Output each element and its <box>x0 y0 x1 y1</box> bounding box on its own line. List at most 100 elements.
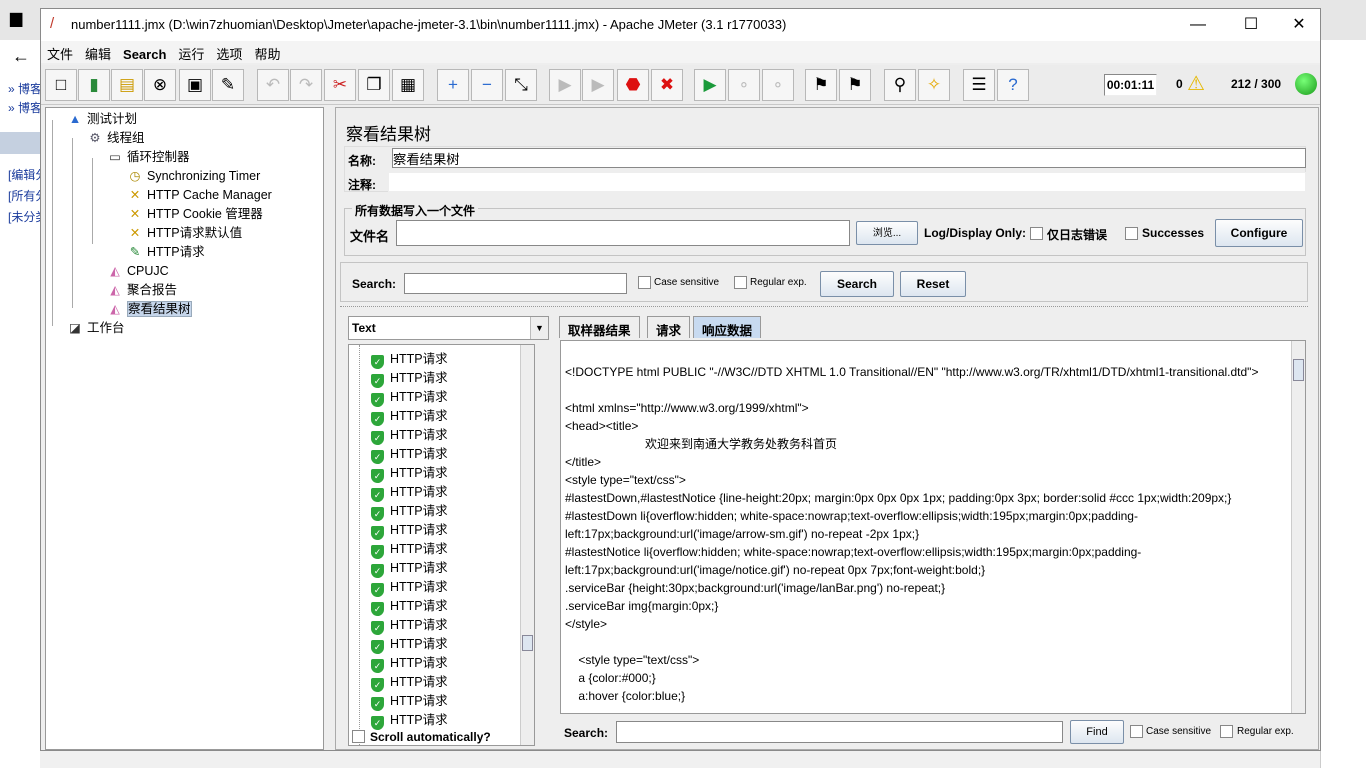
help-button[interactable]: ? <box>997 69 1029 101</box>
regex-checkbox[interactable] <box>734 276 747 289</box>
tree-node[interactable]: ✎ HTTP请求 <box>126 243 205 261</box>
browse-button[interactable]: 浏览... <box>856 221 918 245</box>
result-item[interactable]: ✓ HTTP请求 <box>371 386 448 407</box>
open-button[interactable]: ▤ <box>111 69 143 101</box>
expand-button[interactable]: + <box>437 69 469 101</box>
redo-button[interactable]: ↷ <box>290 69 322 101</box>
tree-node[interactable]: ▲ 测试计划 <box>66 110 137 128</box>
find-button[interactable]: Find <box>1070 720 1124 744</box>
tree-node[interactable]: ▭ 循环控制器 <box>106 148 189 166</box>
result-item[interactable]: ✓ HTTP请求 <box>371 405 448 426</box>
response-scrollbar[interactable] <box>1291 341 1305 713</box>
find-case-checkbox[interactable] <box>1130 725 1143 738</box>
case-sensitive-checkbox[interactable] <box>638 276 651 289</box>
tab-sampler-result[interactable]: 取样器结果 <box>559 316 640 338</box>
reset-button[interactable]: Reset <box>900 271 966 297</box>
name-input[interactable] <box>392 148 1306 168</box>
successes-checkbox[interactable] <box>1125 227 1138 240</box>
configure-button[interactable]: Configure <box>1215 219 1303 247</box>
reset-search-button[interactable]: ✧ <box>918 69 950 101</box>
remote-stop-button[interactable]: ∘ <box>728 69 760 101</box>
listener-icon: ◭ <box>110 264 120 278</box>
search-button[interactable]: Search <box>820 271 894 297</box>
result-item[interactable]: ✓ HTTP请求 <box>371 614 448 635</box>
close-button[interactable]: ⊗ <box>144 69 176 101</box>
tree-node-label: HTTP Cookie 管理器 <box>147 207 263 221</box>
filename-input[interactable] <box>396 220 850 246</box>
result-item[interactable]: ✓ HTTP请求 <box>371 500 448 521</box>
result-item[interactable]: ✓ HTTP请求 <box>371 481 448 502</box>
clear-all-button[interactable]: ⚑ <box>839 69 871 101</box>
tree-node[interactable]: ◷ Synchronizing Timer <box>126 167 261 185</box>
back-arrow-icon[interactable]: ← <box>12 46 30 67</box>
paste-button[interactable]: ▦ <box>392 69 424 101</box>
result-item[interactable]: ✓ HTTP请求 <box>371 576 448 597</box>
result-item[interactable]: ✓ HTTP请求 <box>371 462 448 483</box>
start-button[interactable]: ▶ <box>549 69 581 101</box>
menu-search[interactable]: Search <box>117 44 172 65</box>
result-item[interactable]: ✓ HTTP请求 <box>371 367 448 388</box>
save-button[interactable]: ▣ <box>179 69 211 101</box>
search-input[interactable] <box>404 273 627 294</box>
tab-request[interactable]: 请求 <box>647 316 691 338</box>
new-button[interactable]: □ <box>45 69 77 101</box>
tree-node[interactable]: ⚙ 线程组 <box>86 129 144 147</box>
result-item[interactable]: ✓ HTTP请求 <box>371 633 448 654</box>
minimize-button[interactable]: — <box>1176 13 1220 37</box>
result-item[interactable]: ✓ HTTP请求 <box>371 709 448 730</box>
result-item[interactable]: ✓ HTTP请求 <box>371 595 448 616</box>
result-item[interactable]: ✓ HTTP请求 <box>371 519 448 540</box>
result-item[interactable]: ✓ HTTP请求 <box>371 557 448 578</box>
renderer-select[interactable]: Text ▼ <box>348 316 549 340</box>
tab-response-data[interactable]: 响应数据 <box>693 316 762 338</box>
find-input[interactable] <box>616 721 1063 743</box>
undo-button[interactable]: ↶ <box>257 69 289 101</box>
find-regex-checkbox[interactable] <box>1220 725 1233 738</box>
collapse-button[interactable]: − <box>471 69 503 101</box>
toggle-button[interactable]: ⤡ <box>505 69 537 101</box>
menu-file[interactable]: 文件 <box>41 41 79 66</box>
copy-button[interactable]: ❐ <box>358 69 390 101</box>
bg-link[interactable]: » 博客 <box>8 99 42 116</box>
tree-node[interactable]: ✕ HTTP请求默认值 <box>126 224 242 242</box>
result-item[interactable]: ✓ HTTP请求 <box>371 538 448 559</box>
search-button[interactable]: ⚲ <box>884 69 916 101</box>
tree-node[interactable]: ◭ 察看结果树 <box>106 300 192 318</box>
tree-node[interactable]: ◭ CPUJC <box>106 262 168 280</box>
maximize-button[interactable]: ☐ <box>1229 13 1273 37</box>
tree-node[interactable]: ◭ 聚合报告 <box>106 281 177 299</box>
bg-link[interactable]: » 博客 <box>8 80 42 97</box>
warning-icon[interactable]: ⚠ <box>1187 71 1205 96</box>
menu-run[interactable]: 运行 <box>172 41 210 66</box>
errors-only-checkbox[interactable] <box>1030 227 1043 240</box>
stop-button[interactable]: ⬣ <box>617 69 649 101</box>
close-button[interactable]: ✕ <box>1277 13 1321 37</box>
templates-button[interactable]: ▮ <box>78 69 110 101</box>
result-item[interactable]: ✓ HTTP请求 <box>371 443 448 464</box>
comment-input[interactable] <box>388 172 1306 192</box>
remote-start-button[interactable]: ▶ <box>694 69 726 101</box>
cut-button[interactable]: ✂ <box>324 69 356 101</box>
result-item[interactable]: ✓ HTTP请求 <box>371 348 448 369</box>
tree-node[interactable]: ✕ HTTP Cookie 管理器 <box>126 205 263 223</box>
result-item[interactable]: ✓ HTTP请求 <box>371 652 448 673</box>
function-helper-button[interactable]: ☰ <box>963 69 995 101</box>
clear-button[interactable]: ⚑ <box>805 69 837 101</box>
result-item[interactable]: ✓ HTTP请求 <box>371 690 448 711</box>
tree-node[interactable]: ◪ 工作台 <box>66 319 124 337</box>
results-scrollbar[interactable] <box>520 345 534 745</box>
result-item[interactable]: ✓ HTTP请求 <box>371 424 448 445</box>
start-no-pause-button[interactable]: ▶ <box>582 69 614 101</box>
chevron-down-icon[interactable]: ▼ <box>530 317 548 339</box>
menu-edit[interactable]: 编辑 <box>79 41 117 66</box>
tree-node[interactable]: ✕ HTTP Cache Manager <box>126 186 272 204</box>
menu-help[interactable]: 帮助 <box>248 41 286 66</box>
save-as-button[interactable]: ✎ <box>212 69 244 101</box>
shutdown-button[interactable]: ✖ <box>651 69 683 101</box>
menu-options[interactable]: 选项 <box>210 41 248 66</box>
remote-shutdown-button[interactable]: ∘ <box>762 69 794 101</box>
result-label: HTTP请求 <box>390 352 448 366</box>
split-divider[interactable] <box>340 306 1308 310</box>
result-item[interactable]: ✓ HTTP请求 <box>371 671 448 692</box>
scroll-auto-checkbox[interactable] <box>352 730 365 743</box>
